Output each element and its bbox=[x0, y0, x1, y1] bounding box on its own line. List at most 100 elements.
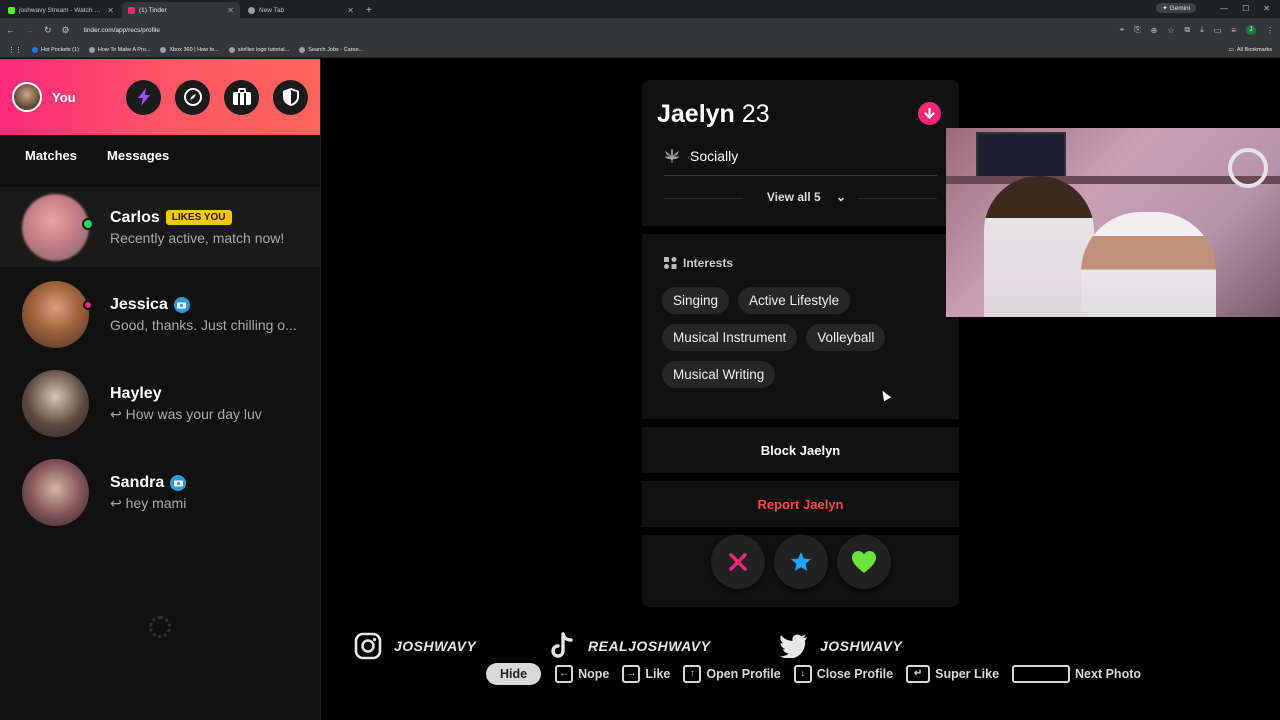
verified-icon bbox=[170, 474, 187, 491]
contact-name: Hayley bbox=[110, 384, 162, 402]
close-window-icon[interactable]: ✕ bbox=[1263, 4, 1270, 13]
keyboard-hints: Hide ← Nope → Like ↑ Open Profile ↓ Close Pr… bbox=[486, 661, 1154, 686]
hint-super-like: ↵ Super Like bbox=[906, 664, 1000, 683]
report-button[interactable]: Report Jaelyn bbox=[642, 481, 959, 527]
bookmark-item[interactable]: Search Jobs - Caree... bbox=[299, 46, 363, 53]
message-preview: Recently active, match now! bbox=[110, 229, 285, 246]
bookmark-item[interactable]: Hot Pockets (1) bbox=[32, 46, 79, 53]
message-list: Carlos LIKES YOU Recently active, match … bbox=[0, 187, 320, 537]
bookmark-item[interactable]: How To Make A Pro... bbox=[88, 46, 151, 53]
profile-avatar[interactable]: J bbox=[1246, 25, 1256, 35]
message-preview: How was your day luv bbox=[125, 405, 262, 422]
explore-button[interactable] bbox=[175, 79, 210, 115]
site-info-icon[interactable]: ⚙ bbox=[62, 25, 70, 36]
lifestyle-row: Socially bbox=[664, 148, 738, 164]
message-preview: Good, thanks. Just chilling o... bbox=[110, 317, 297, 333]
safety-button[interactable] bbox=[273, 79, 308, 115]
close-profile-button[interactable] bbox=[918, 102, 941, 125]
location-icon[interactable]: ⌖ bbox=[1120, 25, 1125, 35]
menu-icon[interactable]: ⋮ bbox=[1266, 26, 1274, 35]
list-item[interactable]: Carlos LIKES YOU Recently active, match … bbox=[0, 187, 320, 267]
guest-shape bbox=[1081, 212, 1216, 317]
reload-icon[interactable]: ↻ bbox=[44, 25, 52, 36]
media-icon[interactable]: ≡ bbox=[1231, 26, 1236, 35]
avatar[interactable] bbox=[12, 82, 42, 112]
bookmark-item[interactable]: skrillex logo tutorial... bbox=[228, 46, 289, 53]
like-button[interactable] bbox=[836, 535, 891, 589]
bookmark-item[interactable]: Xbox 360 | How to... bbox=[160, 46, 219, 53]
fan-shape bbox=[1228, 148, 1268, 188]
hint-label: Super Like bbox=[935, 666, 1000, 681]
list-item[interactable]: Hayley ↩ How was your day luv bbox=[0, 359, 320, 448]
header-actions bbox=[126, 79, 308, 115]
hide-button[interactable]: Hide bbox=[486, 662, 542, 685]
message-name-row: Hayley bbox=[110, 385, 262, 403]
contact-name: Carlos bbox=[110, 208, 160, 226]
chevron-down-icon: ⌄ bbox=[836, 190, 847, 204]
facebook-icon bbox=[32, 46, 38, 53]
section-divider bbox=[642, 473, 959, 481]
hint-label: Nope bbox=[578, 666, 610, 681]
globe-icon bbox=[160, 46, 167, 53]
interests-icon bbox=[664, 256, 677, 269]
zoom-icon[interactable]: ⊕ bbox=[1151, 26, 1158, 35]
bookmark-label: Hot Pockets (1) bbox=[41, 46, 79, 53]
list-item[interactable]: Jessica Good, thanks. Just chilling o... bbox=[0, 270, 320, 359]
extensions-icon[interactable]: ⧉ bbox=[1185, 25, 1191, 35]
address-bar[interactable]: tinder.com/app/recs/profile bbox=[84, 27, 160, 34]
profile-age: 23 bbox=[741, 100, 770, 128]
bookmark-label: How To Make A Pro... bbox=[97, 46, 151, 53]
message-text: Carlos LIKES YOU Recently active, match … bbox=[110, 209, 284, 246]
work-button[interactable] bbox=[224, 79, 259, 115]
contact-name: Sandra bbox=[110, 473, 165, 491]
install-icon[interactable]: ⎘ bbox=[1134, 25, 1140, 35]
block-button[interactable]: Block Jaelyn bbox=[642, 427, 959, 473]
tab-title: (1) Tinder bbox=[139, 6, 167, 14]
view-all-label: View all 5 bbox=[754, 190, 833, 204]
sidebar: You Matches Messages Carlos LIKES YOU Re… bbox=[0, 59, 321, 720]
message-name-row: Carlos LIKES YOU bbox=[110, 209, 284, 227]
view-all-button[interactable]: View all 5 ⌄ bbox=[642, 190, 959, 204]
message-text: Hayley ↩ How was your day luv bbox=[110, 385, 262, 423]
tab-matches[interactable]: Matches bbox=[25, 148, 77, 185]
message-preview-row: ↩ hey mami bbox=[110, 495, 186, 512]
sidebar-header: You bbox=[0, 59, 320, 135]
forward-icon[interactable]: → bbox=[25, 25, 34, 35]
avatar bbox=[22, 370, 89, 437]
gemini-label: Gemini bbox=[1169, 5, 1191, 12]
minimize-icon[interactable]: — bbox=[1220, 4, 1228, 13]
social-handle: JOSHWAVY bbox=[820, 638, 903, 654]
browser-tab-newtab[interactable]: New Tab ✕ bbox=[242, 2, 360, 18]
bookmark-star-icon[interactable]: ☆ bbox=[1167, 26, 1174, 35]
nope-button[interactable] bbox=[710, 535, 765, 589]
download-icon[interactable]: ⤓ bbox=[1200, 25, 1204, 35]
all-bookmarks[interactable]: ▭ All Bookmarks bbox=[1229, 47, 1272, 53]
avatar bbox=[22, 459, 89, 526]
browser-tab-tinder[interactable]: (1) Tinder ✕ bbox=[122, 2, 240, 18]
section-divider bbox=[642, 419, 959, 427]
avatar bbox=[22, 193, 89, 261]
chrome-favicon-icon bbox=[248, 6, 255, 14]
new-tab-button[interactable]: + bbox=[366, 5, 372, 16]
hint-label: Open Profile bbox=[706, 666, 781, 681]
super-like-button[interactable] bbox=[773, 535, 828, 589]
tab-messages[interactable]: Messages bbox=[101, 148, 176, 191]
close-icon[interactable]: ✕ bbox=[227, 6, 234, 15]
apps-icon[interactable]: ⋮⋮ bbox=[8, 46, 22, 54]
close-icon[interactable]: ✕ bbox=[107, 6, 114, 15]
profile-link[interactable]: You bbox=[52, 90, 76, 105]
maximize-icon[interactable]: ☐ bbox=[1242, 4, 1249, 13]
message-preview: hey mami bbox=[125, 494, 187, 511]
interest-chip: Volleyball bbox=[806, 324, 886, 351]
list-item[interactable]: Sandra ↩ hey mami bbox=[0, 448, 320, 537]
browser-tab-kick[interactable]: joshwavy Stream - Watch Live o ✕ bbox=[2, 2, 120, 18]
close-icon[interactable]: ✕ bbox=[347, 6, 354, 15]
boost-button[interactable] bbox=[126, 79, 161, 115]
enter-key-icon: ↵ bbox=[906, 664, 931, 683]
sidepanel-icon[interactable]: ▭ bbox=[1214, 26, 1222, 35]
gemini-button[interactable]: ✦ Gemini bbox=[1156, 3, 1197, 13]
message-text: Sandra ↩ hey mami bbox=[110, 474, 186, 512]
swipe-actions bbox=[642, 535, 959, 589]
back-icon[interactable]: ← bbox=[6, 25, 15, 35]
social-twitter: JOSHWAVY bbox=[780, 632, 902, 660]
